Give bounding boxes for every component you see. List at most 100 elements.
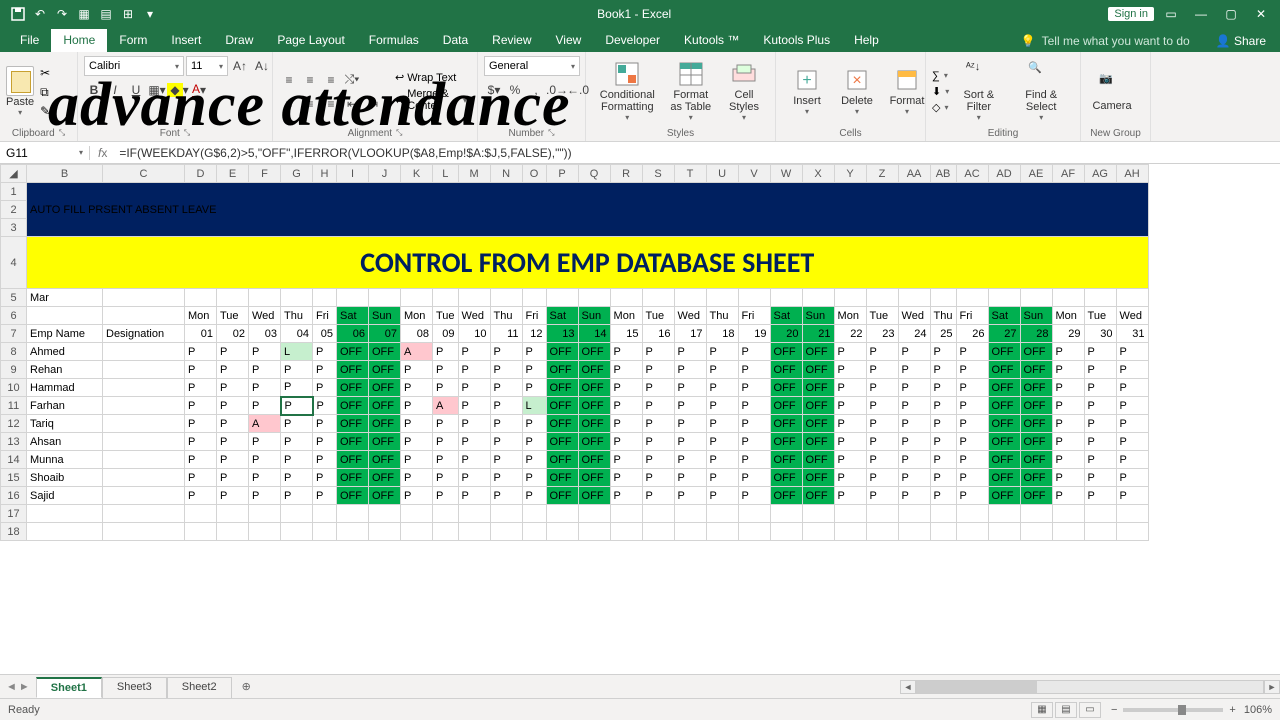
tab-form[interactable]: Form bbox=[107, 29, 159, 52]
cell[interactable]: P bbox=[490, 433, 522, 451]
align-middle-icon[interactable]: ≡ bbox=[300, 70, 320, 90]
cell[interactable]: P bbox=[1116, 343, 1148, 361]
percent-icon[interactable]: % bbox=[505, 80, 525, 100]
number-format-select[interactable]: General▾ bbox=[484, 56, 580, 76]
cell[interactable] bbox=[674, 289, 706, 307]
cell[interactable]: P bbox=[185, 361, 217, 379]
cell[interactable] bbox=[249, 289, 281, 307]
cell[interactable] bbox=[578, 289, 610, 307]
cell[interactable] bbox=[546, 505, 578, 523]
cell[interactable] bbox=[1116, 523, 1148, 541]
cell[interactable]: P bbox=[401, 415, 433, 433]
cell[interactable] bbox=[898, 505, 930, 523]
align-top-icon[interactable]: ≡ bbox=[279, 70, 299, 90]
cell[interactable]: P bbox=[217, 379, 249, 397]
tab-page-layout[interactable]: Page Layout bbox=[265, 29, 356, 52]
cell[interactable]: Mon bbox=[834, 307, 866, 325]
cell[interactable]: L bbox=[522, 397, 546, 415]
cell[interactable]: OFF bbox=[802, 361, 834, 379]
cell[interactable]: 10 bbox=[458, 325, 490, 343]
cell[interactable]: P bbox=[866, 451, 898, 469]
cell[interactable]: P bbox=[458, 379, 490, 397]
cell[interactable]: 01 bbox=[185, 325, 217, 343]
cell[interactable]: P bbox=[866, 361, 898, 379]
cell[interactable]: Wed bbox=[1116, 307, 1148, 325]
clear-button[interactable]: ◇ ▾ bbox=[932, 101, 949, 114]
col-header[interactable]: AF bbox=[1052, 165, 1084, 183]
cell[interactable] bbox=[1084, 289, 1116, 307]
row-header[interactable]: 15 bbox=[1, 469, 27, 487]
cell[interactable] bbox=[281, 289, 313, 307]
cell[interactable]: P bbox=[458, 343, 490, 361]
cell[interactable]: P bbox=[930, 379, 956, 397]
cell[interactable] bbox=[185, 523, 217, 541]
cell[interactable]: OFF bbox=[1020, 487, 1052, 505]
cell[interactable]: OFF bbox=[770, 433, 802, 451]
cell[interactable] bbox=[1052, 289, 1084, 307]
tab-help[interactable]: Help bbox=[842, 29, 891, 52]
cell[interactable]: OFF bbox=[337, 361, 369, 379]
cell[interactable]: Shoaib bbox=[27, 469, 103, 487]
cell[interactable]: P bbox=[249, 433, 281, 451]
cell[interactable]: OFF bbox=[337, 487, 369, 505]
cell[interactable]: 26 bbox=[956, 325, 988, 343]
cell[interactable]: P bbox=[185, 451, 217, 469]
cell[interactable] bbox=[522, 505, 546, 523]
cell[interactable]: P bbox=[834, 379, 866, 397]
zoom-out-icon[interactable]: − bbox=[1111, 704, 1117, 716]
cell[interactable]: 17 bbox=[674, 325, 706, 343]
cell[interactable]: P bbox=[458, 451, 490, 469]
cell[interactable]: P bbox=[674, 361, 706, 379]
cell[interactable] bbox=[217, 523, 249, 541]
cell[interactable]: P bbox=[930, 433, 956, 451]
cell[interactable] bbox=[738, 523, 770, 541]
cell[interactable] bbox=[1052, 523, 1084, 541]
cell[interactable]: OFF bbox=[988, 415, 1020, 433]
cell[interactable] bbox=[522, 289, 546, 307]
cell[interactable]: P bbox=[458, 415, 490, 433]
cell[interactable]: P bbox=[433, 379, 459, 397]
cell[interactable]: P bbox=[1052, 361, 1084, 379]
cell[interactable] bbox=[433, 523, 459, 541]
cell[interactable]: P bbox=[490, 361, 522, 379]
cell[interactable] bbox=[546, 523, 578, 541]
col-header[interactable]: AA bbox=[898, 165, 930, 183]
cell[interactable]: P bbox=[401, 361, 433, 379]
cell[interactable]: P bbox=[249, 487, 281, 505]
qat-icon[interactable]: ▤ bbox=[96, 4, 116, 24]
cell[interactable]: Sat bbox=[770, 307, 802, 325]
select-all[interactable]: ◢ bbox=[1, 165, 27, 183]
zoom-in-icon[interactable]: + bbox=[1229, 704, 1235, 716]
cell[interactable] bbox=[490, 523, 522, 541]
cell[interactable]: Mon bbox=[401, 307, 433, 325]
col-header[interactable]: F bbox=[249, 165, 281, 183]
cell[interactable]: OFF bbox=[546, 397, 578, 415]
cell[interactable]: P bbox=[834, 469, 866, 487]
cell[interactable] bbox=[103, 289, 185, 307]
cell[interactable]: OFF bbox=[546, 469, 578, 487]
close-icon[interactable]: ✕ bbox=[1248, 4, 1274, 24]
col-header[interactable]: J bbox=[369, 165, 401, 183]
cell[interactable]: OFF bbox=[1020, 469, 1052, 487]
cell[interactable] bbox=[103, 397, 185, 415]
cell[interactable]: 06 bbox=[337, 325, 369, 343]
cell[interactable]: OFF bbox=[988, 469, 1020, 487]
autosum-button[interactable]: ∑ ▾ bbox=[932, 70, 949, 82]
cell[interactable]: OFF bbox=[802, 451, 834, 469]
cell[interactable]: OFF bbox=[337, 433, 369, 451]
col-header[interactable]: AC bbox=[956, 165, 988, 183]
cell[interactable]: P bbox=[642, 379, 674, 397]
cell[interactable]: P bbox=[642, 451, 674, 469]
cell[interactable]: P bbox=[674, 343, 706, 361]
row-header[interactable]: 16 bbox=[1, 487, 27, 505]
cell[interactable]: Tue bbox=[642, 307, 674, 325]
cell[interactable]: P bbox=[930, 487, 956, 505]
cell[interactable]: OFF bbox=[988, 433, 1020, 451]
sheet-tab[interactable]: Sheet2 bbox=[167, 677, 232, 698]
cell[interactable]: 08 bbox=[401, 325, 433, 343]
cell[interactable] bbox=[369, 289, 401, 307]
cell[interactable]: P bbox=[281, 433, 313, 451]
cell[interactable]: P bbox=[738, 343, 770, 361]
cell[interactable]: P bbox=[1084, 343, 1116, 361]
cell[interactable]: 24 bbox=[898, 325, 930, 343]
